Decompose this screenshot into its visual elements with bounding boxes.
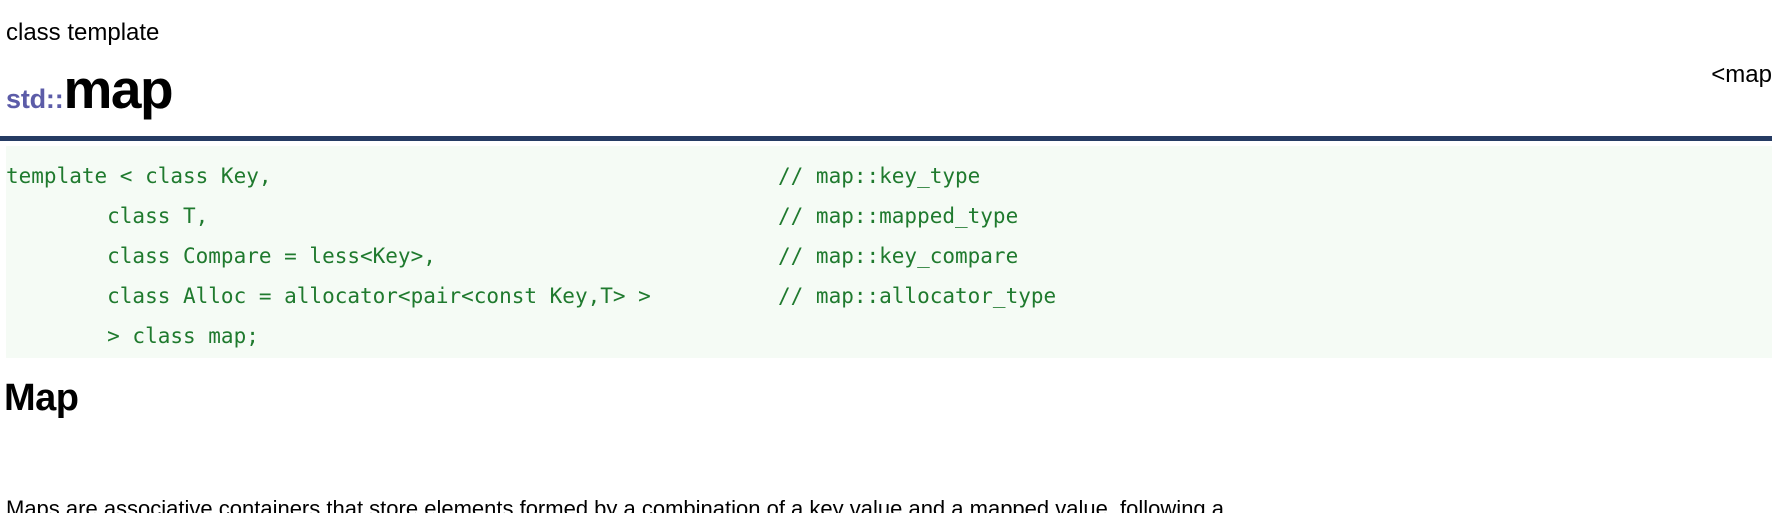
code-comment: // map::allocator_type [778, 284, 1057, 308]
section-heading-map: Map [4, 377, 79, 419]
code-line: template < class Key, // map::key_type [6, 156, 1772, 196]
code-declaration: > class map; [6, 324, 259, 348]
code-line: class T, // map::mapped_type [6, 196, 1772, 236]
include-header-label: <map> [1711, 61, 1772, 88]
code-declaration: class Alloc = allocator<pair<const Key,T… [6, 284, 651, 308]
title-divider [0, 136, 1772, 141]
code-declaration: template < class Key, [6, 164, 272, 188]
code-line: class Alloc = allocator<pair<const Key,T… [6, 276, 1772, 316]
page-title: std:: map [6, 58, 174, 132]
code-comment: // map::key_type [778, 164, 981, 188]
namespace-prefix: std:: [6, 84, 64, 114]
reference-page: class template std::map <map> template <… [0, 0, 1772, 513]
class-name: map [63, 58, 173, 120]
code-declaration: class T, [6, 204, 209, 228]
code-line: > class map; [6, 316, 1772, 356]
code-line: class Compare = less<Key>, // map::key_co… [6, 236, 1772, 276]
template-declaration-code-block: template < class Key, // map::key_type cl… [6, 146, 1772, 358]
code-comment: // map::key_compare [778, 244, 1019, 268]
code-comment: // map::mapped_type [778, 204, 1019, 228]
section-paragraph-map: Maps are associative containers that sto… [6, 496, 1225, 513]
code-declaration: class Compare = less<Key>, [6, 244, 436, 268]
page-kind-label: class template [6, 19, 160, 46]
